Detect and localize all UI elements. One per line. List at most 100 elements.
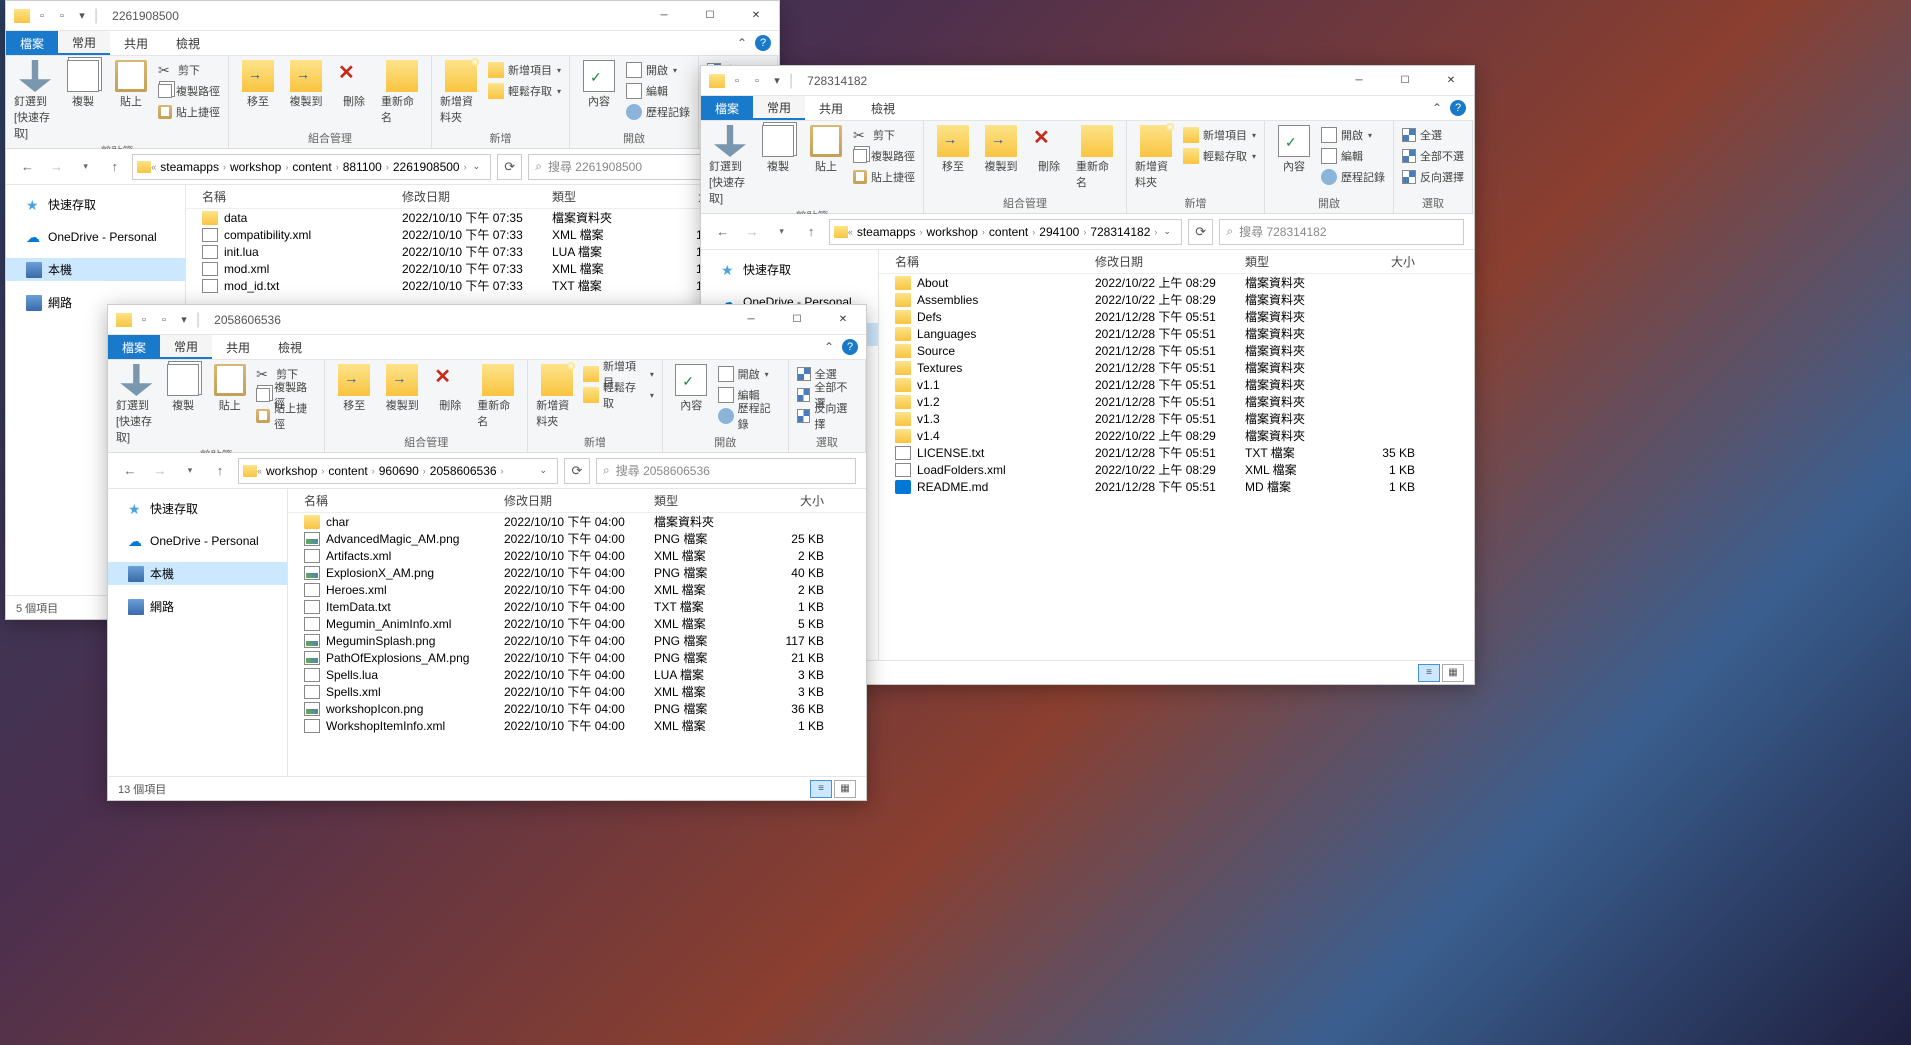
title-bar[interactable]: ▫ ▫ ▾ | 2261908500 ─ ☐ ✕ bbox=[6, 1, 779, 31]
file-row[interactable]: v1.3 2021/12/28 下午 05:51 檔案資料夾 bbox=[879, 410, 1474, 427]
copy-to-button[interactable]: 複製到 bbox=[285, 60, 327, 109]
back-button[interactable]: ← bbox=[118, 459, 142, 483]
close-button[interactable]: ✕ bbox=[733, 1, 779, 31]
file-row[interactable]: mod.xml 2022/10/10 下午 07:33 XML 檔案 1 KB bbox=[186, 260, 779, 277]
help-button[interactable]: ? bbox=[842, 339, 858, 355]
new-item-button[interactable]: 新增項目▾ bbox=[1183, 125, 1256, 145]
file-row[interactable]: Artifacts.xml 2022/10/10 下午 04:00 XML 檔案… bbox=[288, 547, 866, 564]
file-list[interactable]: char 2022/10/10 下午 04:00 檔案資料夾 AdvancedM… bbox=[288, 513, 866, 776]
thumbnails-view-button[interactable]: ▦ bbox=[834, 780, 856, 798]
maximize-button[interactable]: ☐ bbox=[687, 1, 733, 31]
qat-item[interactable]: ▫ bbox=[749, 73, 765, 89]
file-list[interactable]: About 2022/10/22 上午 08:29 檔案資料夾 Assembli… bbox=[879, 274, 1474, 660]
breadcrumb-segment[interactable]: content bbox=[324, 462, 371, 480]
tab-file[interactable]: 檔案 bbox=[6, 31, 58, 55]
forward-button[interactable]: → bbox=[740, 220, 763, 244]
copy-path-button[interactable]: 複製路徑 bbox=[853, 146, 915, 166]
breadcrumb-segment[interactable]: steamapps bbox=[853, 223, 920, 241]
maximize-button[interactable]: ☐ bbox=[774, 305, 820, 335]
breadcrumb-segment[interactable]: workshop bbox=[923, 223, 982, 241]
address-bar[interactable]: « steamapps›workshop›content›294100›7283… bbox=[829, 219, 1182, 245]
nav-quick-access[interactable]: ★快速存取 bbox=[108, 497, 287, 520]
file-row[interactable]: init.lua 2022/10/10 下午 07:33 LUA 檔案 1 KB bbox=[186, 243, 779, 260]
col-date-header[interactable]: 修改日期 bbox=[504, 492, 654, 509]
properties-button[interactable]: 內容 bbox=[671, 364, 712, 413]
title-bar[interactable]: ▫ ▫ ▾ | 728314182 ─ ☐ ✕ bbox=[701, 66, 1474, 96]
details-view-button[interactable]: ≡ bbox=[1418, 664, 1440, 682]
search-input[interactable]: ⌕搜尋 728314182 bbox=[1219, 219, 1464, 245]
breadcrumb-segment[interactable]: content bbox=[288, 158, 335, 176]
breadcrumb-segment[interactable]: 294100 bbox=[1035, 223, 1083, 241]
easy-access-button[interactable]: 輕鬆存取▾ bbox=[583, 385, 654, 405]
breadcrumb-segment[interactable]: workshop bbox=[226, 158, 285, 176]
delete-button[interactable]: ✕刪除 bbox=[429, 364, 471, 413]
file-row[interactable]: LoadFolders.xml 2022/10/22 上午 08:29 XML … bbox=[879, 461, 1474, 478]
paste-button[interactable]: 貼上 bbox=[110, 60, 152, 109]
col-date-header[interactable]: 修改日期 bbox=[402, 188, 552, 205]
tab-share[interactable]: 共用 bbox=[805, 96, 857, 120]
select-none-button[interactable]: 全部不選 bbox=[1402, 146, 1464, 166]
col-size-header[interactable]: 大小 bbox=[1335, 253, 1415, 270]
file-row[interactable]: ItemData.txt 2022/10/10 下午 04:00 TXT 檔案 … bbox=[288, 598, 866, 615]
copy-to-button[interactable]: 複製到 bbox=[381, 364, 423, 413]
select-all-button[interactable]: 全選 bbox=[1402, 125, 1464, 145]
breadcrumb-segment[interactable]: steamapps bbox=[156, 158, 223, 176]
recent-dropdown[interactable]: ▾ bbox=[770, 220, 793, 244]
minimize-button[interactable]: ─ bbox=[641, 1, 687, 31]
forward-button[interactable]: → bbox=[148, 459, 172, 483]
rename-button[interactable]: 重新命名 bbox=[477, 364, 519, 429]
pin-to-quick-button[interactable]: 釘選到 [快速存取] bbox=[116, 364, 157, 445]
file-row[interactable]: About 2022/10/22 上午 08:29 檔案資料夾 bbox=[879, 274, 1474, 291]
col-type-header[interactable]: 類型 bbox=[654, 492, 744, 509]
nav-quick-access[interactable]: ★快速存取 bbox=[6, 193, 185, 216]
refresh-button[interactable]: ⟳ bbox=[1188, 219, 1213, 245]
recent-dropdown[interactable]: ▾ bbox=[74, 155, 97, 179]
chevron-right-icon[interactable]: › bbox=[501, 466, 504, 476]
breadcrumb-segment[interactable]: 960690 bbox=[375, 462, 423, 480]
copy-path-button[interactable]: 複製路徑 bbox=[158, 81, 220, 101]
new-folder-button[interactable]: 新增資料夾 bbox=[536, 364, 577, 429]
file-row[interactable]: MeguminSplash.png 2022/10/10 下午 04:00 PN… bbox=[288, 632, 866, 649]
address-dropdown[interactable]: ⌄ bbox=[1157, 226, 1177, 237]
file-row[interactable]: Spells.lua 2022/10/10 下午 04:00 LUA 檔案 3 … bbox=[288, 666, 866, 683]
easy-access-button[interactable]: 輕鬆存取▾ bbox=[1183, 146, 1256, 166]
nav-onedrive[interactable]: ☁OneDrive - Personal bbox=[108, 530, 287, 552]
tab-home[interactable]: 常用 bbox=[58, 31, 110, 55]
qat-item[interactable]: ▫ bbox=[136, 312, 152, 328]
rename-button[interactable]: 重新命名 bbox=[381, 60, 423, 125]
move-to-button[interactable]: 移至 bbox=[333, 364, 375, 413]
file-row[interactable]: WorkshopItemInfo.xml 2022/10/10 下午 04:00… bbox=[288, 717, 866, 734]
easy-access-button[interactable]: 輕鬆存取▾ bbox=[488, 81, 561, 101]
file-row[interactable]: v1.4 2022/10/22 上午 08:29 檔案資料夾 bbox=[879, 427, 1474, 444]
move-to-button[interactable]: 移至 bbox=[932, 125, 974, 174]
help-button[interactable]: ? bbox=[1450, 100, 1466, 116]
nav-onedrive[interactable]: ☁OneDrive - Personal bbox=[6, 226, 185, 248]
paste-button[interactable]: 貼上 bbox=[209, 364, 250, 413]
file-row[interactable]: compatibility.xml 2022/10/10 下午 07:33 XM… bbox=[186, 226, 779, 243]
file-row[interactable]: PathOfExplosions_AM.png 2022/10/10 下午 04… bbox=[288, 649, 866, 666]
tab-home[interactable]: 常用 bbox=[753, 96, 805, 120]
open-button[interactable]: 開啟▾ bbox=[718, 364, 780, 384]
minimize-button[interactable]: ─ bbox=[1336, 66, 1382, 96]
open-button[interactable]: 開啟▾ bbox=[626, 60, 690, 80]
cut-button[interactable]: ✂剪下 bbox=[158, 60, 220, 80]
file-row[interactable]: Spells.xml 2022/10/10 下午 04:00 XML 檔案 3 … bbox=[288, 683, 866, 700]
tab-file[interactable]: 檔案 bbox=[701, 96, 753, 120]
file-row[interactable]: README.md 2021/12/28 下午 05:51 MD 檔案 1 KB bbox=[879, 478, 1474, 495]
file-row[interactable]: v1.1 2021/12/28 下午 05:51 檔案資料夾 bbox=[879, 376, 1474, 393]
search-input[interactable]: ⌕搜尋 2058606536 bbox=[596, 458, 856, 484]
qat-dropdown[interactable]: ▾ bbox=[176, 312, 192, 328]
help-button[interactable]: ? bbox=[755, 35, 771, 51]
forward-button[interactable]: → bbox=[45, 155, 68, 179]
tab-view[interactable]: 檢視 bbox=[264, 335, 316, 359]
breadcrumb-segment[interactable]: 881100 bbox=[339, 158, 386, 176]
tab-share[interactable]: 共用 bbox=[212, 335, 264, 359]
history-button[interactable]: 歷程記錄 bbox=[626, 102, 690, 122]
pin-to-quick-button[interactable]: 釘選到 [快速存取] bbox=[709, 125, 751, 206]
breadcrumb-segment[interactable]: 2058606536 bbox=[426, 462, 501, 480]
col-name-header[interactable]: 名稱 bbox=[895, 253, 1095, 270]
up-button[interactable]: ↑ bbox=[103, 155, 126, 179]
qat-dropdown[interactable]: ▾ bbox=[769, 73, 785, 89]
col-name-header[interactable]: 名稱 bbox=[202, 188, 402, 205]
close-button[interactable]: ✕ bbox=[1428, 66, 1474, 96]
